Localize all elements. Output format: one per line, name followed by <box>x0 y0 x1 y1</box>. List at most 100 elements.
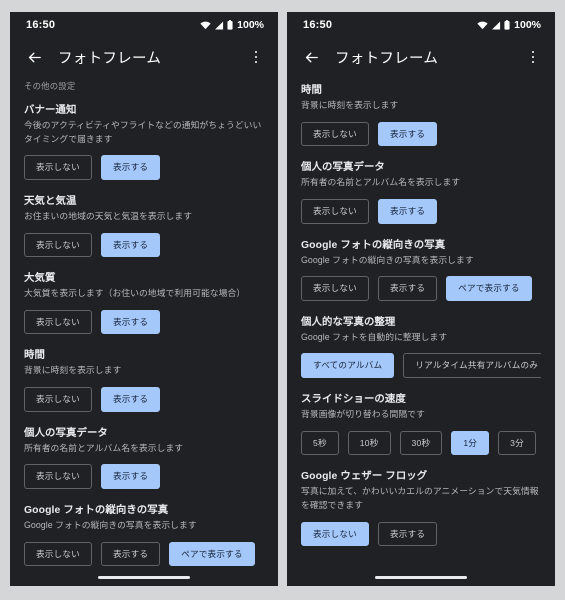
option-button[interactable]: 表示しない <box>24 464 92 489</box>
option-button[interactable]: 表示しない <box>301 198 369 224</box>
battery-full-icon <box>504 20 510 30</box>
setting-item: 天気と気温 お住まいの地域の天気と気温を表示します 表示しない 表示する <box>24 195 264 258</box>
app-bar: フォトフレーム <box>10 38 278 76</box>
wifi-icon <box>200 21 211 29</box>
setting-description: 背景に時刻を表示します <box>301 100 399 111</box>
setting-item: Google フォトの縦向きの写真 Google フォトの縦向きの写真を表示します… <box>301 239 541 301</box>
option-button[interactable]: 表示する <box>100 232 161 258</box>
setting-item: 時間背景に時刻を表示します表示しない 表示する <box>24 349 264 412</box>
home-gesture-bar[interactable] <box>98 575 190 579</box>
option-button[interactable]: 10秒 <box>347 430 391 456</box>
setting-title: 時間 <box>301 85 322 96</box>
setting-item: スライドショーの速度背景画像が切り替わる間隔です 5秒 10秒 30秒 1分 3分 <box>301 393 541 456</box>
setting-description: 背景画像が切り替わる間隔です <box>301 409 425 420</box>
setting-item: Google フォトの縦向きの写真 Google フォトの縦向きの写真を表示します… <box>24 504 264 567</box>
option-group: 表示しない 表示する <box>24 232 264 258</box>
setting-title: バナー通知 <box>24 105 77 116</box>
setting-description: Google フォトの縦向きの写真を表示します <box>24 520 197 530</box>
setting-title: Google フォトの縦向きの写真 <box>24 504 169 516</box>
setting-title: 個人の写真データ <box>301 162 385 174</box>
option-button[interactable]: 表示しない <box>24 541 92 567</box>
setting-description: 背景に時刻を表示します <box>24 365 122 376</box>
app-bar: フォトフレーム <box>287 38 555 76</box>
setting-description: 今後のアクティビティやフライトなどの通知がちょうどいいタイミングで届きます <box>24 120 262 144</box>
option-button[interactable]: 表示しない <box>301 121 369 147</box>
option-group: 表示しない 表示する <box>301 121 541 147</box>
overflow-menu-icon[interactable] <box>244 45 268 69</box>
option-button[interactable]: 表示しない <box>301 521 369 547</box>
setting-title: Google フォトの縦向きの写真 <box>301 239 446 251</box>
dual-screenshot-container: 16:50 100% フォトフレーム その他の設定 バナー通知 今後のアクティビティやフラ… <box>0 0 565 600</box>
setting-description: 写真に加えて、かわいいカエルのアニメーションで天気情報を確認できます <box>301 486 539 510</box>
option-button[interactable]: 表示する <box>377 198 438 224</box>
settings-list: その他の設定 バナー通知 今後のアクティビティやフライトなどの通知がちょうどいいタイ… <box>10 76 278 568</box>
setting-description: 大気質を表示します（お住いの地域で利用可能な場合） <box>24 288 246 299</box>
option-button[interactable]: 表示しない <box>24 387 92 412</box>
option-group: 表示しない 表示する <box>24 309 264 335</box>
option-button[interactable]: すべてのアルバム <box>301 353 395 379</box>
navigation-gesture-area <box>10 568 278 586</box>
overflow-menu-icon[interactable] <box>521 45 545 69</box>
battery-full-icon <box>227 20 233 30</box>
option-button[interactable]: 表示しない <box>24 232 92 258</box>
option-button[interactable]: 1分 <box>451 430 490 456</box>
option-button[interactable]: 表示しない <box>24 309 92 335</box>
option-button[interactable]: 表示する <box>100 387 161 412</box>
setting-description: Google フォトを自動的に整理します <box>301 331 448 342</box>
option-button[interactable]: 表示する <box>377 521 438 547</box>
option-button[interactable]: 表示しない <box>24 155 92 180</box>
option-group: 表示しない 表示する <box>301 521 541 547</box>
setting-item: 時間背景に時刻を表示します表示しない 表示する <box>301 84 541 147</box>
setting-title: 時間 <box>24 350 45 362</box>
setting-item: バナー通知今後のアクティビティやフライトなどの通知がちょうどいいタイミングで届き… <box>24 104 264 180</box>
option-group: すべてのアルバム リアルタイム共有アルバムのみ <box>301 353 541 379</box>
page-title: フォトフレーム <box>58 50 162 67</box>
option-button[interactable]: 30秒 <box>399 430 443 456</box>
option-button[interactable]: 表示する <box>100 464 161 489</box>
status-clock: 16:50 <box>26 19 56 31</box>
phone-screen-left: 16:50 100% フォトフレームその他の設定 バナー通知 今後のアクティビティやフラ… <box>10 12 278 586</box>
option-group: 表示しない 表示する <box>301 198 541 224</box>
cellular-signal-icon <box>214 20 224 30</box>
option-button[interactable]: 表示する <box>100 541 161 567</box>
option-group: 表示しない 表示する <box>24 387 264 412</box>
home-gesture-bar[interactable] <box>375 575 467 579</box>
setting-title: スライドショーの速度 <box>301 394 406 406</box>
setting-item: 個人の写真データ所有者の名前とアルバム名を表示します表示しない 表示する <box>24 427 264 489</box>
back-arrow-icon[interactable] <box>299 45 323 69</box>
option-button[interactable]: 表示する <box>377 121 438 147</box>
cellular-signal-icon <box>215 20 224 30</box>
setting-item: 個人の写真データ所有者の名前とアルバム名を表示します表示しない 表示する <box>301 161 541 224</box>
cellular-signal-icon <box>492 20 501 30</box>
option-group: 5秒 10秒 30秒 1分 3分 <box>301 430 541 456</box>
option-button[interactable]: リアルタイム共有アルバムのみ <box>403 353 541 379</box>
battery-full-icon <box>227 20 233 30</box>
option-button[interactable]: 5秒 <box>301 430 339 456</box>
setting-item: 個人的な写真の整理 Google フォトを自動的に整理しますすべてのアルバム リアル… <box>301 316 541 379</box>
back-arrow-icon[interactable] <box>22 45 46 69</box>
wifi-icon <box>200 21 211 30</box>
option-button[interactable]: 表示する <box>100 155 161 180</box>
option-button[interactable]: ペアで表示する <box>169 541 255 567</box>
setting-item: 大気質 大気質を表示します（お住いの地域で利用可能な場合） 表示しない 表示する <box>24 272 264 335</box>
option-group: 表示しない 表示する ペアで表示する <box>24 541 264 567</box>
setting-title: 個人的な写真の整理 <box>301 316 396 328</box>
option-button[interactable]: ペアで表示する <box>446 276 532 301</box>
setting-description: Google フォトの縦向きの写真を表示します <box>301 254 474 265</box>
option-button[interactable]: 表示する <box>377 276 438 301</box>
option-button[interactable]: 3分 <box>498 430 536 456</box>
setting-description: 所有者の名前とアルバム名を表示します <box>24 442 184 453</box>
setting-title: 天気と気温 <box>24 195 77 207</box>
option-group: 表示しない 表示する <box>24 464 264 489</box>
setting-title: 個人の写真データ <box>24 427 108 439</box>
wifi-icon <box>477 21 488 29</box>
setting-description: 所有者の名前とアルバム名を表示します <box>301 177 461 188</box>
option-button[interactable]: 表示しない <box>301 276 369 301</box>
option-button[interactable]: 表示する <box>100 309 161 335</box>
status-icon-group: 100% <box>200 19 264 31</box>
cellular-signal-icon <box>491 20 501 30</box>
navigation-gesture-area <box>287 568 555 586</box>
status-clock: 16:50 <box>303 19 333 31</box>
wifi-icon <box>477 21 488 30</box>
